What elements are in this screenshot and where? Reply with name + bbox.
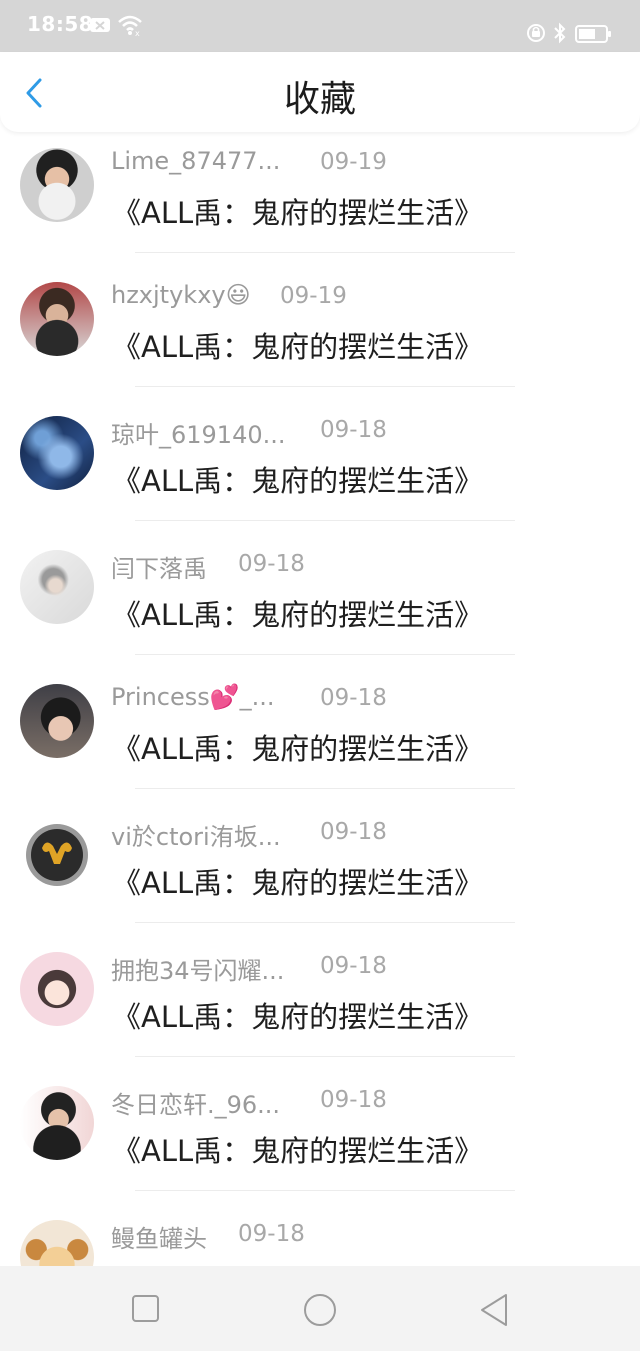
- item-title[interactable]: 《ALL禹：鬼府的摆烂生活》: [112, 994, 483, 1036]
- avatar[interactable]: [20, 282, 94, 356]
- divider: [135, 520, 515, 521]
- list-item[interactable]: 闫下落禹 09-18 《ALL禹：鬼府的摆烂生活》: [0, 535, 640, 669]
- divider: [135, 1056, 515, 1057]
- date: 09-19: [280, 283, 347, 309]
- username[interactable]: 鳗鱼罐头: [111, 1225, 207, 1253]
- bluetooth-icon: [554, 22, 566, 44]
- avatar[interactable]: [20, 1086, 94, 1160]
- status-time: 18:58: [27, 12, 94, 36]
- list-item[interactable]: 琼叶_619140... 09-18 《ALL禹：鬼府的摆烂生活》: [0, 401, 640, 535]
- date: 09-18: [320, 953, 387, 979]
- list-item[interactable]: 冬日恋轩._96... 09-18 《ALL禹：鬼府的摆烂生活》: [0, 1071, 640, 1205]
- divider: [135, 1190, 515, 1191]
- home-icon[interactable]: [302, 1292, 338, 1328]
- nav-bar: [0, 1266, 640, 1351]
- avatar[interactable]: [20, 1220, 94, 1266]
- sim-off-icon: [90, 18, 110, 32]
- page-title: 收藏: [283, 79, 356, 120]
- item-title[interactable]: 《ALL禹：鬼府的摆烂生活》: [112, 860, 483, 902]
- date: 09-18: [320, 1087, 387, 1113]
- item-title[interactable]: 《ALL禹：鬼府的摆烂生活》: [112, 458, 483, 500]
- avatar[interactable]: [20, 148, 94, 222]
- date: 09-18: [320, 685, 387, 711]
- username[interactable]: 拥抱34号闪耀...: [111, 957, 284, 985]
- date: 09-19: [320, 149, 387, 175]
- alarm-icon: [527, 24, 545, 42]
- recent-apps-icon[interactable]: [131, 1294, 161, 1324]
- list-item[interactable]: Princess💕_... 09-18 《ALL禹：鬼府的摆烂生活》: [0, 669, 640, 803]
- divider: [135, 386, 515, 387]
- header: 收藏: [0, 52, 640, 132]
- divider: [135, 788, 515, 789]
- item-title[interactable]: 《ALL禹：鬼府的摆烂生活》: [112, 592, 483, 634]
- list-item[interactable]: 鳗鱼罐头 09-18: [0, 1205, 640, 1266]
- username[interactable]: 冬日恋轩._96...: [111, 1091, 280, 1119]
- list-item[interactable]: Lime_87477... 09-19 《ALL禹：鬼府的摆烂生活》: [0, 133, 640, 267]
- username[interactable]: Princess💕_...: [111, 683, 275, 711]
- username[interactable]: 琼叶_619140...: [111, 421, 286, 449]
- avatar[interactable]: [20, 684, 94, 758]
- list-item[interactable]: vi於ctori洧坂... 09-18 《ALL禹：鬼府的摆烂生活》: [0, 803, 640, 937]
- divider: [135, 922, 515, 923]
- item-title[interactable]: 《ALL禹：鬼府的摆烂生活》: [112, 1128, 483, 1170]
- username[interactable]: hzxjtykxy😃: [111, 281, 251, 309]
- battery-icon: [575, 25, 611, 43]
- list-item[interactable]: hzxjtykxy😃 09-19 《ALL禹：鬼府的摆烂生活》: [0, 267, 640, 401]
- date: 09-18: [320, 819, 387, 845]
- date: 09-18: [238, 1221, 305, 1247]
- avatar[interactable]: [20, 416, 94, 490]
- item-title[interactable]: 《ALL禹：鬼府的摆烂生活》: [112, 324, 483, 366]
- item-title[interactable]: 《ALL禹：鬼府的摆烂生活》: [112, 190, 483, 232]
- svg-text:x: x: [135, 29, 140, 36]
- username[interactable]: vi於ctori洧坂...: [111, 823, 281, 851]
- date: 09-18: [320, 417, 387, 443]
- divider: [135, 252, 515, 253]
- username[interactable]: 闫下落禹: [111, 555, 207, 583]
- avatar[interactable]: [20, 952, 94, 1026]
- date: 09-18: [238, 551, 305, 577]
- divider: [135, 654, 515, 655]
- avatar[interactable]: [20, 550, 94, 624]
- item-title[interactable]: 《ALL禹：鬼府的摆烂生活》: [112, 726, 483, 768]
- list-item[interactable]: 拥抱34号闪耀... 09-18 《ALL禹：鬼府的摆烂生活》: [0, 937, 640, 1071]
- avatar[interactable]: [20, 818, 94, 892]
- status-bar: 18:58 x: [0, 0, 640, 52]
- wifi-icon: x: [118, 15, 142, 36]
- favorites-list: Lime_87477... 09-19 《ALL禹：鬼府的摆烂生活》 hzxjt…: [0, 133, 640, 1266]
- username[interactable]: Lime_87477...: [111, 147, 280, 175]
- back-triangle-icon[interactable]: [478, 1292, 512, 1328]
